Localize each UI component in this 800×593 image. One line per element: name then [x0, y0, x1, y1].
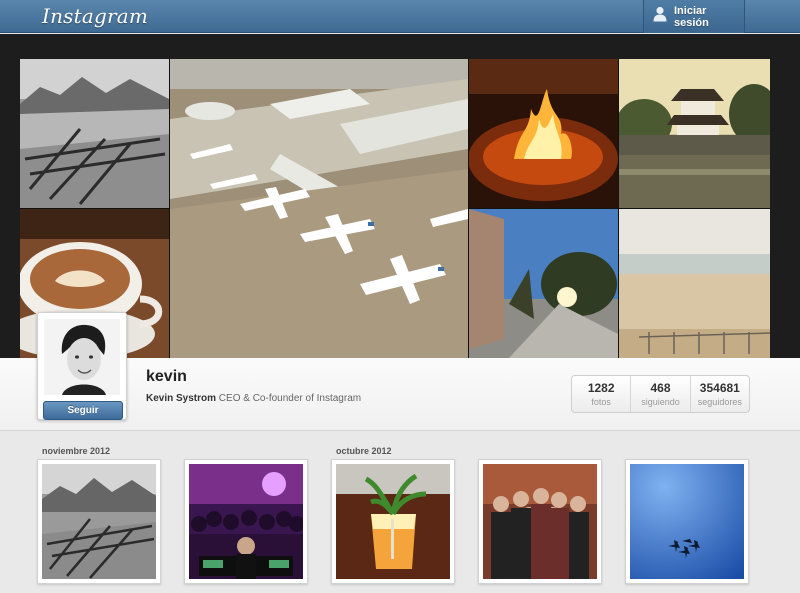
- photo-thumbnail[interactable]: [625, 459, 749, 584]
- profile-bio: Kevin Systrom CEO & Co-founder of Instag…: [146, 393, 361, 404]
- stat-followers[interactable]: 354681 seguidores: [691, 376, 749, 412]
- mosaic-photo-airport[interactable]: [170, 59, 468, 358]
- top-navigation-bar: Instagram Iniciar sesión: [0, 0, 800, 33]
- profile-stats: 1282 fotos 468 siguiendo 354681 seguidor…: [571, 375, 750, 413]
- user-icon: [653, 6, 667, 27]
- thumb-mountain: [42, 464, 156, 579]
- photo-thumbnail[interactable]: [331, 459, 455, 584]
- mosaic-photo-fire[interactable]: [469, 59, 618, 208]
- thumb-band-group: [483, 464, 597, 579]
- cover-mosaic: [20, 59, 770, 358]
- mosaic-photo-beach[interactable]: [619, 209, 770, 358]
- photo-thumbnail[interactable]: [478, 459, 602, 584]
- photo-thumbnail[interactable]: [37, 459, 161, 584]
- login-button[interactable]: Iniciar sesión: [643, 0, 745, 33]
- instagram-logo[interactable]: Instagram: [42, 4, 148, 28]
- avatar-card: Seguir: [37, 312, 127, 420]
- stat-followers-label: seguidores: [697, 397, 742, 407]
- stat-photos-count: 1282: [587, 381, 615, 395]
- photo-thumbnail[interactable]: [184, 459, 308, 584]
- month-label-november: noviembre 2012: [42, 446, 111, 456]
- mosaic-photo-street[interactable]: [469, 209, 618, 358]
- profile-bio-text: CEO & Co-founder of Instagram: [216, 393, 362, 404]
- follow-button[interactable]: Seguir: [43, 401, 123, 420]
- stat-photos[interactable]: 1282 fotos: [572, 376, 632, 412]
- stat-photos-label: fotos: [591, 397, 611, 407]
- thumb-sky-jets: [630, 464, 744, 579]
- stat-followers-count: 354681: [699, 381, 740, 395]
- stat-following-label: siguiendo: [641, 397, 680, 407]
- mosaic-photo-castle[interactable]: [619, 59, 770, 208]
- profile-username: kevin: [146, 368, 187, 385]
- stat-following[interactable]: 468 siguiendo: [631, 376, 691, 412]
- month-label-october: octubre 2012: [336, 446, 392, 456]
- avatar[interactable]: [44, 319, 120, 395]
- stat-following-count: 468: [650, 381, 671, 395]
- mosaic-photo-mountain[interactable]: [20, 59, 169, 208]
- thumb-cocktail: [336, 464, 450, 579]
- thumb-dj-party: [189, 464, 303, 579]
- profile-full-name: Kevin Systrom: [146, 393, 217, 404]
- login-label: Iniciar sesión: [674, 4, 709, 29]
